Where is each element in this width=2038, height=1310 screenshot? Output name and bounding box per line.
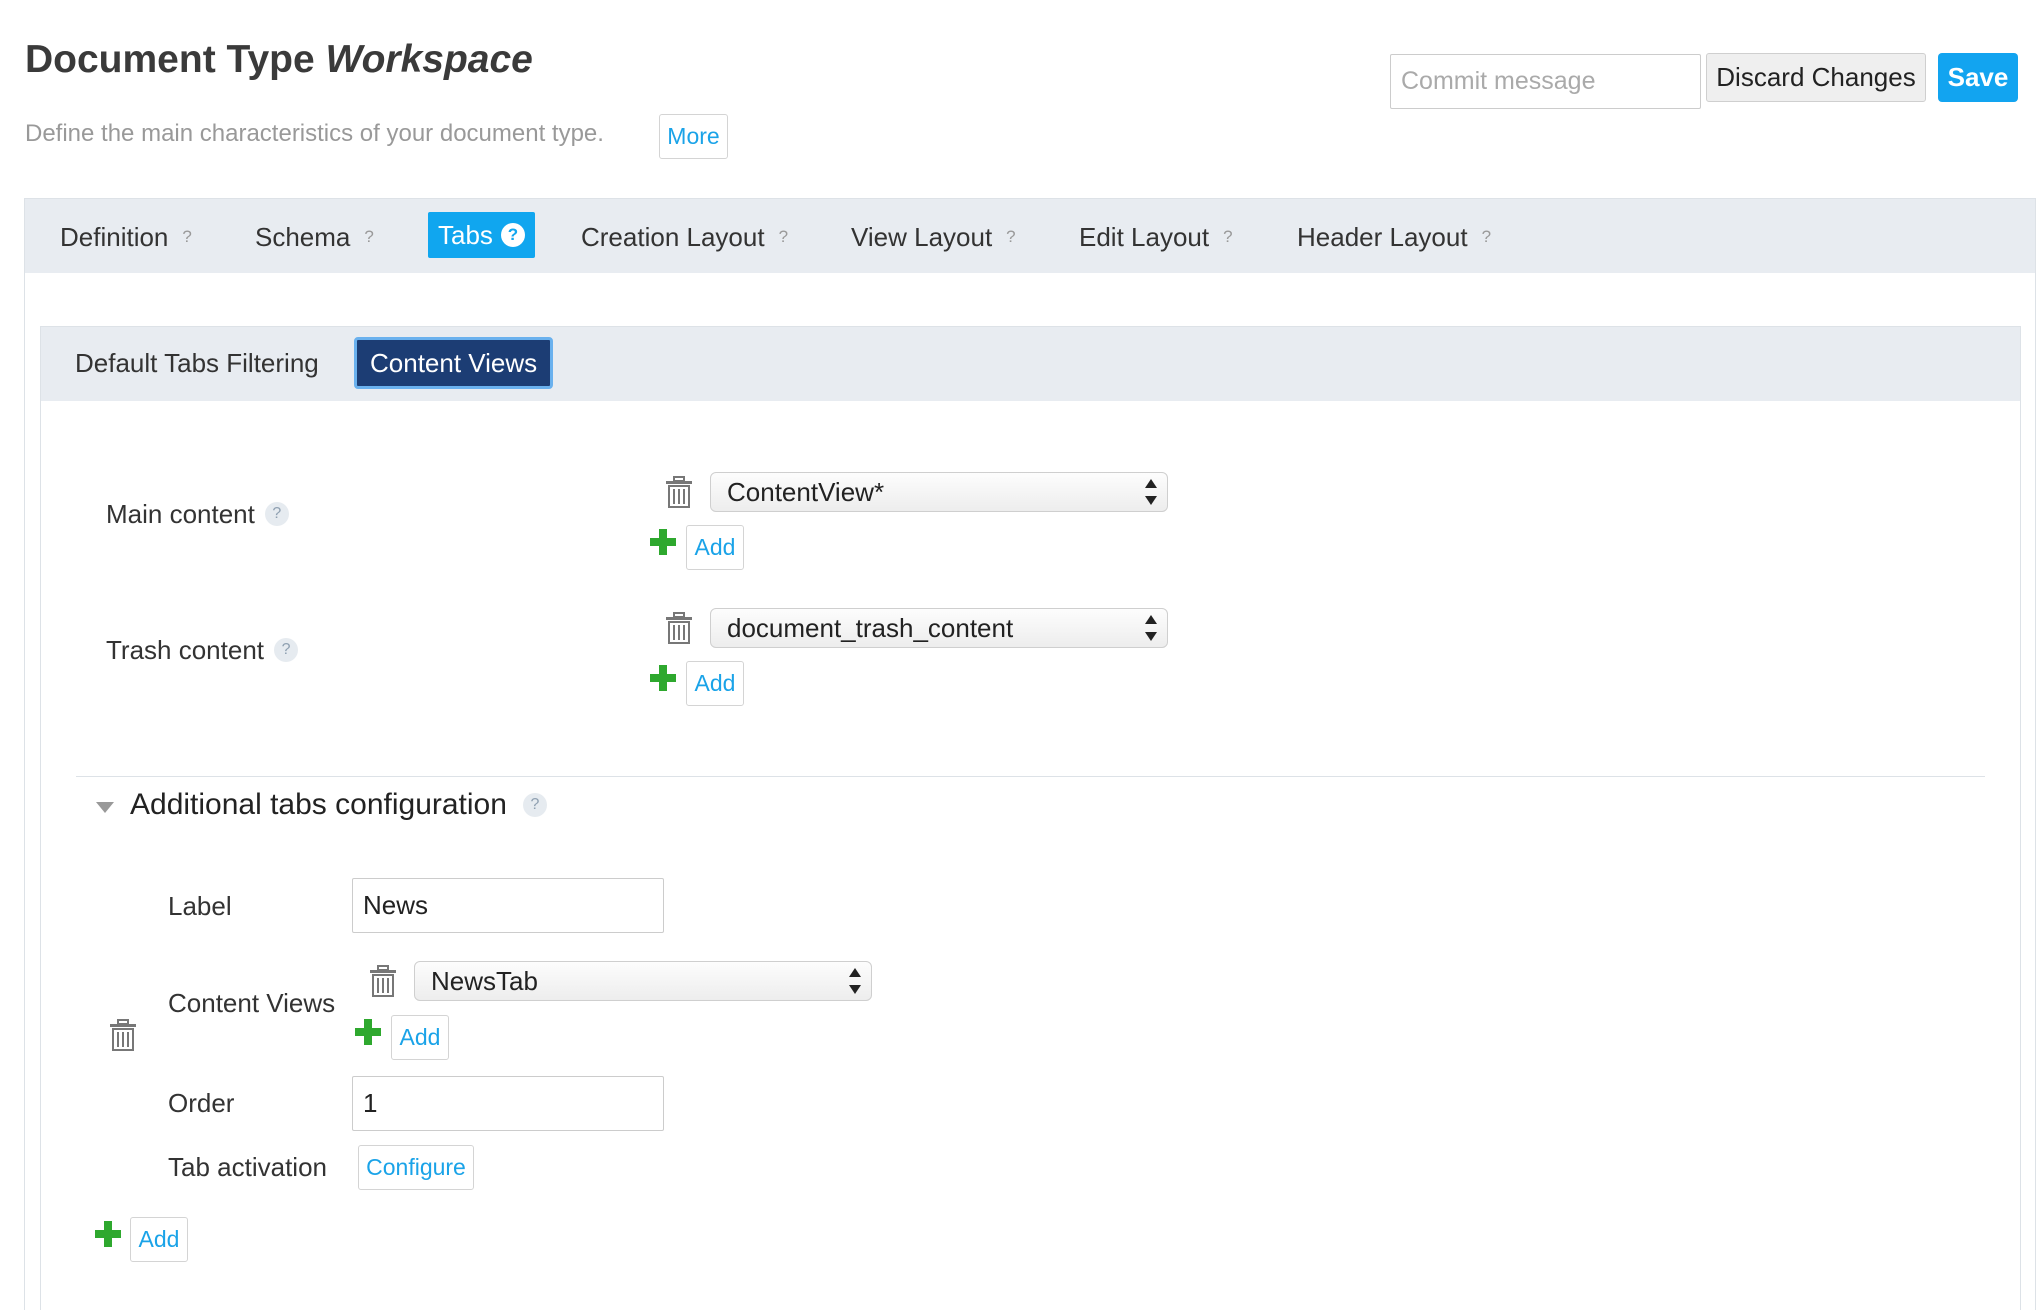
trash-icon[interactable] [664, 476, 694, 508]
trash-icon[interactable] [108, 1019, 138, 1051]
page-title-prefix: Document Type [25, 38, 326, 81]
tab-tabs-label: Tabs [438, 219, 493, 250]
main-content-add-button[interactable]: Add [686, 525, 744, 570]
trash-icon[interactable] [368, 965, 398, 997]
main-content-label: Main content ? [106, 496, 289, 532]
tab-definition[interactable]: Definition ? [60, 217, 192, 257]
trash-content-select[interactable]: document_trash_content [710, 608, 1168, 648]
tab-schema[interactable]: Schema ? [255, 217, 374, 257]
tab-label-input[interactable] [352, 878, 664, 933]
order-field-label: Order [168, 1087, 235, 1118]
trash-icon[interactable] [664, 612, 694, 644]
trash-content-add-button[interactable]: Add [686, 661, 744, 706]
additional-tabs-title-text: Additional tabs configuration [130, 788, 507, 821]
content-views-add-button[interactable]: Add [391, 1015, 449, 1060]
tab-creation-layout[interactable]: Creation Layout ? [581, 217, 788, 257]
additional-tabs-section-title[interactable]: Additional tabs configuration ? [130, 788, 547, 822]
tab-schema-label: Schema [255, 221, 351, 252]
tab-edit-layout-label: Edit Layout [1079, 221, 1210, 252]
help-icon[interactable]: ? [274, 638, 299, 662]
tab-header-layout-label: Header Layout [1297, 221, 1468, 252]
select-arrows-icon [849, 968, 861, 994]
select-arrows-icon [1145, 615, 1157, 641]
main-content-select-value: ContentView* [727, 476, 885, 507]
page-title-name: Workspace [325, 38, 533, 81]
subtab-default-tabs-filtering[interactable]: Default Tabs Filtering [75, 337, 319, 389]
plus-icon[interactable] [95, 1221, 121, 1247]
order-input[interactable] [352, 1076, 664, 1131]
help-icon[interactable]: ? [1482, 227, 1491, 247]
commit-message-input[interactable] [1390, 54, 1701, 109]
save-button[interactable]: Save [1938, 53, 2018, 102]
subtab-content-views[interactable]: Content Views [354, 337, 554, 389]
sub-tab-bar [41, 327, 2020, 401]
plus-icon[interactable] [650, 529, 676, 555]
main-content-select[interactable]: ContentView* [710, 472, 1168, 512]
tab-definition-label: Definition [60, 221, 169, 252]
trash-content-label-text: Trash content [106, 634, 265, 665]
trash-content-label: Trash content ? [106, 632, 299, 668]
tab-edit-layout[interactable]: Edit Layout ? [1079, 217, 1233, 257]
tab-view-layout[interactable]: View Layout ? [851, 217, 1016, 257]
more-button[interactable]: More [659, 114, 728, 159]
plus-icon[interactable] [355, 1019, 381, 1045]
select-arrows-icon [1145, 479, 1157, 505]
help-icon[interactable]: ? [1223, 227, 1232, 247]
help-icon[interactable]: ? [500, 223, 525, 247]
help-icon[interactable]: ? [264, 502, 289, 526]
caret-down-icon[interactable] [96, 802, 114, 813]
content-views-field-label: Content Views [168, 987, 336, 1018]
section-divider [76, 776, 1985, 777]
help-icon[interactable]: ? [1006, 227, 1015, 247]
content-views-select[interactable]: NewsTab [414, 961, 872, 1001]
help-icon[interactable]: ? [182, 227, 191, 247]
configure-button[interactable]: Configure [358, 1145, 474, 1190]
page-subtitle: Define the main characteristics of your … [25, 120, 604, 148]
help-icon[interactable]: ? [364, 227, 373, 247]
trash-content-select-value: document_trash_content [727, 612, 1014, 643]
additional-tabs-add-button[interactable]: Add [130, 1217, 188, 1262]
page-subtitle-text: Define the main characteristics of your … [25, 120, 604, 147]
tab-label-field-label: Label [168, 890, 232, 921]
content-views-select-value: NewsTab [431, 965, 538, 996]
help-icon[interactable]: ? [779, 227, 788, 247]
tab-tabs[interactable]: Tabs ? [428, 212, 535, 258]
tab-creation-layout-label: Creation Layout [581, 221, 765, 252]
tab-header-layout[interactable]: Header Layout ? [1297, 217, 1491, 257]
plus-icon[interactable] [650, 665, 676, 691]
page-title: Document Type Workspace [25, 38, 533, 82]
tab-activation-field-label: Tab activation [168, 1151, 327, 1182]
tab-view-layout-label: View Layout [851, 221, 993, 252]
main-content-label-text: Main content [106, 498, 255, 529]
help-icon[interactable]: ? [522, 793, 547, 817]
discard-changes-button[interactable]: Discard Changes [1706, 53, 1926, 102]
